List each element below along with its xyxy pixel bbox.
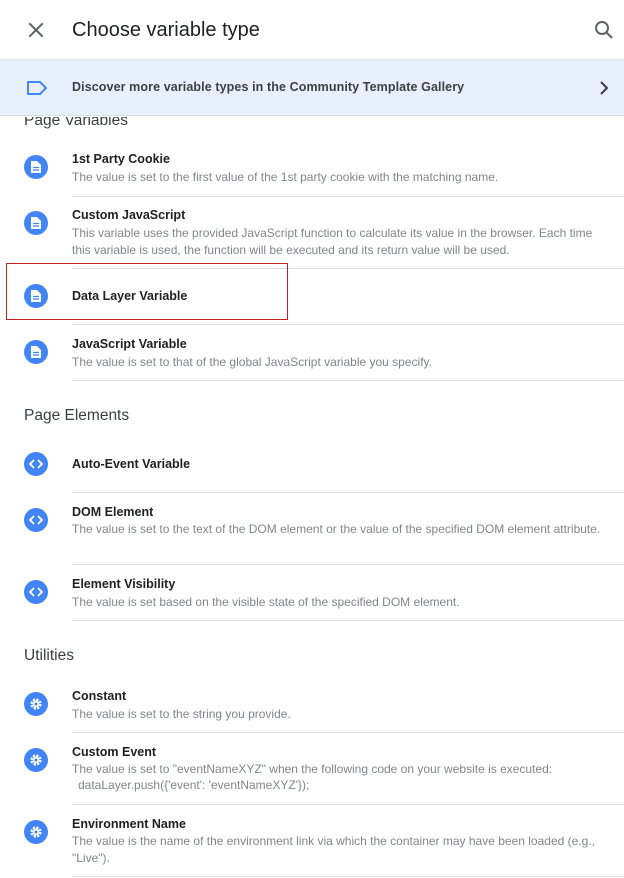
item-description: The value is the name of the environment… <box>72 834 595 865</box>
community-gallery-banner[interactable]: Discover more variable types in the Comm… <box>0 60 624 116</box>
document-icon <box>24 211 48 235</box>
document-icon <box>24 155 48 179</box>
gear-icon <box>24 692 48 716</box>
list-item-auto-event-variable[interactable]: Auto-Event Variable <box>0 437 624 493</box>
divider <box>72 876 624 877</box>
variable-type-list[interactable]: Page Variables 1st Party Cookie The valu… <box>0 117 624 878</box>
banner-text: Discover more variable types in the Comm… <box>72 80 465 94</box>
item-description: The value is set to the text of the DOM … <box>72 522 601 536</box>
item-description: The value is set based on the visible st… <box>72 595 460 609</box>
list-item-data-layer-variable[interactable]: Data Layer Variable <box>0 269 624 325</box>
item-name: Constant <box>72 689 127 703</box>
dialog-header: Choose variable type <box>0 0 624 60</box>
list-item-dom-element[interactable]: DOM Element The value is set to the text… <box>0 493 624 565</box>
divider <box>72 620 624 621</box>
list-item-1st-party-cookie[interactable]: 1st Party Cookie The value is set to the… <box>0 140 624 197</box>
item-name: Custom Event <box>72 745 157 759</box>
code-icon <box>24 580 48 604</box>
item-description: The value is set to the string you provi… <box>72 707 291 721</box>
label-icon <box>26 80 48 96</box>
item-name: 1st Party Cookie <box>72 152 170 166</box>
search-icon[interactable] <box>592 18 616 42</box>
gear-icon <box>24 748 48 772</box>
list-item-constant[interactable]: Constant The value is set to the string … <box>0 677 624 733</box>
divider <box>72 380 624 381</box>
item-description: The value is set to that of the global J… <box>72 355 432 369</box>
item-name: Auto-Event Variable <box>72 457 191 471</box>
section-heading-page-elements: Page Elements <box>24 407 130 424</box>
chevron-right-icon <box>596 79 612 97</box>
item-description: The value is set to the first value of t… <box>72 170 499 184</box>
item-name: DOM Element <box>72 505 154 519</box>
list-item-custom-event[interactable]: Custom Event The value is set to "eventN… <box>0 733 624 805</box>
code-icon <box>24 508 48 532</box>
item-name: Data Layer Variable <box>72 289 188 303</box>
item-description: The value is set to "eventNameXYZ" when … <box>72 762 553 776</box>
item-name: Element Visibility <box>72 577 176 591</box>
page-title: Choose variable type <box>72 19 260 41</box>
item-name: JavaScript Variable <box>72 337 187 351</box>
code-icon <box>24 452 48 476</box>
gear-icon <box>24 820 48 844</box>
code-snippet: dataLayer.push({'event': 'eventNameXYZ'}… <box>78 778 310 792</box>
close-icon[interactable] <box>24 18 48 42</box>
document-icon <box>24 340 48 364</box>
section-heading-page-variables: Page Variables <box>24 117 128 129</box>
list-item-element-visibility[interactable]: Element Visibility The value is set base… <box>0 565 624 621</box>
section-heading-utilities: Utilities <box>24 647 74 664</box>
list-item-environment-name[interactable]: Environment Name The value is the name o… <box>0 805 624 877</box>
item-name: Custom JavaScript <box>72 208 186 222</box>
list-item-javascript-variable[interactable]: JavaScript Variable The value is set to … <box>0 325 624 381</box>
document-icon <box>24 284 48 308</box>
item-name: Environment Name <box>72 817 186 831</box>
item-description: This variable uses the provided JavaScri… <box>72 226 593 257</box>
list-item-custom-javascript[interactable]: Custom JavaScript This variable uses the… <box>0 197 624 269</box>
